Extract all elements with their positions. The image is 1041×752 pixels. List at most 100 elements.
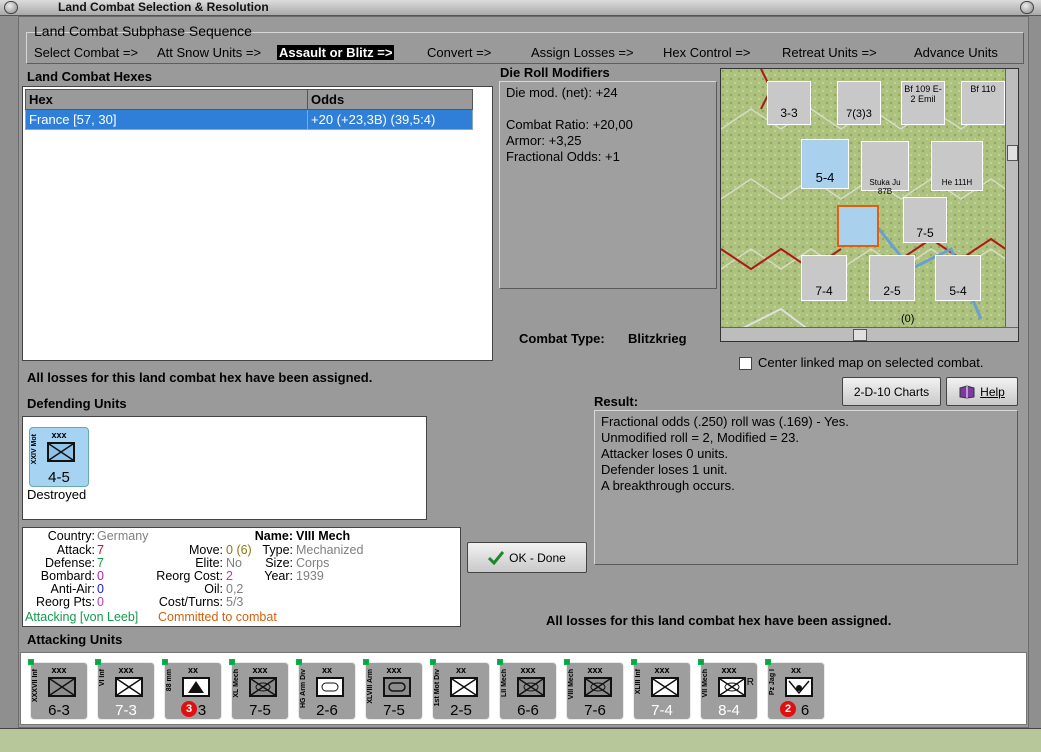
result-box: Fractional odds (.250) roll was (.169) -… — [594, 410, 1018, 565]
map-counter[interactable]: 7(3)3 — [837, 81, 881, 125]
odds-cell[interactable]: +20 (+23,3B) (39,5:4) — [307, 109, 473, 130]
unit-value: 3 — [197, 702, 207, 719]
infantry-symbol-icon — [48, 677, 76, 697]
window-title: Land Combat Selection & Resolution — [58, 0, 269, 14]
center-map-checkbox[interactable] — [739, 357, 752, 370]
map-counter[interactable]: 7-5 — [903, 197, 947, 243]
result-line: Unmodified roll = 2, Modified = 23. — [601, 430, 799, 445]
charts-button[interactable]: 2-D-10 Charts — [842, 377, 941, 406]
ok-done-button[interactable]: OK - Done — [467, 542, 587, 573]
attacking-unit-counter[interactable]: xx 88 mm 3 3 — [162, 659, 222, 720]
map-counter[interactable]: He 111H — [931, 141, 983, 191]
attacking-unit-counter[interactable]: xxx VII Mech R 8-4 — [698, 659, 758, 720]
country-value: Germany — [97, 529, 149, 543]
unit-value: 6-6 — [517, 702, 539, 719]
map-counter[interactable]: 2-5 — [869, 255, 915, 301]
attacking-unit-counter[interactable]: xx HG Arm Div 2-6 — [296, 659, 356, 720]
unit-size: xx — [790, 665, 801, 675]
modifier-line: Fractional Odds: +1 — [506, 149, 620, 164]
attacking-unit-counter[interactable]: xxx XLIII Inf 7-4 — [631, 659, 691, 720]
background-map-strip — [0, 728, 1041, 752]
name-value: VIII Mech — [296, 529, 351, 543]
attacking-unit-counter[interactable]: xx Pz Jag I26 — [765, 659, 825, 720]
map-counter[interactable]: Bf 110 — [961, 81, 1005, 125]
map-hscrollbar[interactable] — [721, 327, 1018, 341]
infantry-symbol-icon — [47, 442, 75, 462]
step-att-snow: Att Snow Units => — [157, 45, 262, 60]
unit-value: 4-5 — [48, 469, 70, 486]
unit-size: xxx — [520, 665, 536, 675]
armor-symbol-icon — [383, 677, 411, 697]
map-vscrollbar[interactable] — [1005, 69, 1018, 327]
unit-name: XLIII Inf — [635, 669, 642, 695]
step-hex-control: Hex Control => — [663, 45, 751, 60]
attacking-unit-counter[interactable]: xxx XXXVII Inf 6-3 — [28, 659, 88, 720]
unit-name: VIII Mech — [568, 669, 575, 700]
unit-value: 7-6 — [584, 702, 606, 719]
unit-name: Pz Jag I — [769, 669, 776, 696]
modifiers-title: Die Roll Modifiers — [500, 65, 610, 80]
system-menu-icon[interactable] — [4, 1, 18, 14]
unit-name: XLVIII Arm — [367, 669, 374, 704]
map-counter-name: He 111H — [941, 178, 973, 187]
step-assign-losses: Assign Losses => — [531, 45, 634, 60]
costturns-label: Cost/Turns: — [158, 595, 223, 609]
help-book-icon — [959, 384, 975, 399]
table-row[interactable]: France [57, 30] +20 (+23,3B) (39,5:4) — [25, 109, 473, 130]
column-odds[interactable]: Odds — [307, 89, 473, 110]
year-value: 1939 — [296, 569, 324, 583]
help-button[interactable]: Help — [946, 377, 1018, 406]
map-counter[interactable]: Stuka Ju 87B — [861, 141, 909, 196]
vscroll-thumb[interactable] — [1007, 145, 1018, 161]
unit-name: LII Mech — [501, 669, 508, 698]
map-counter[interactable]: 3-3 — [767, 81, 811, 125]
map-counter[interactable]: Bf 109 E-2 Emil — [901, 81, 945, 125]
unit-name: VII Mech — [702, 669, 709, 698]
mini-map[interactable]: 3-3 7(3)3 Bf 109 E-2 Emil Bf 110 5-4 Stu… — [720, 68, 1019, 342]
map-counter-value: 5-4 — [949, 284, 967, 298]
ok-done-label: OK - Done — [509, 550, 566, 565]
unit-value: 6-3 — [48, 702, 70, 719]
attacking-unit-counter[interactable]: xxx LII Mech 6-6 — [497, 659, 557, 720]
move-extra: (6) — [236, 543, 252, 557]
attacking-commander: Attacking [von Leeb] — [25, 610, 139, 624]
title-bar: Land Combat Selection & Resolution — [0, 0, 1041, 16]
close-icon[interactable] — [1020, 1, 1034, 14]
column-hex[interactable]: Hex — [25, 89, 308, 110]
map-counter-value: 5-4 — [815, 170, 835, 185]
unit-value: 7-5 — [249, 702, 271, 719]
defending-unit-counter[interactable]: xxx XXIV Mot 4-5 — [29, 427, 89, 487]
attacking-unit-counter[interactable]: xxx XL Mech 7-5 — [229, 659, 289, 720]
step-retreat: Retreat Units => — [782, 45, 877, 60]
map-counter[interactable]: 7-4 — [801, 255, 847, 301]
attacking-unit-counter[interactable]: xxx VI Inf 7-3 — [95, 659, 155, 720]
unit-size: xxx — [252, 665, 268, 675]
unit-size: xxx — [654, 665, 670, 675]
mech-symbol-icon — [249, 677, 277, 697]
unit-size: xx — [455, 665, 466, 675]
modifier-line: Combat Ratio: +20,00 — [506, 117, 633, 132]
map-counter[interactable]: 5-4 — [935, 255, 981, 301]
reorg-value: 0 — [97, 595, 104, 609]
infantry-symbol-icon — [115, 677, 143, 697]
modifier-line: Die mod. (net): +24 — [506, 85, 618, 100]
unit-value: 6 — [800, 702, 810, 719]
map-counter[interactable]: 5-4 — [801, 139, 849, 189]
attacking-unit-counter[interactable]: xxx VIII Mech 7-6 — [564, 659, 624, 720]
unit-size: xx — [321, 665, 332, 675]
result-title: Result: — [594, 394, 639, 409]
charts-button-label: 2-D-10 Charts — [853, 384, 930, 399]
result-line: A breakthrough occurs. — [601, 478, 735, 493]
unit-size: xxx — [587, 665, 603, 675]
losses-message: All losses for this land combat hex have… — [27, 370, 373, 385]
combat-target-hex[interactable] — [837, 205, 879, 247]
hex-list[interactable]: Hex Odds France [57, 30] +20 (+23,3B) (3… — [22, 86, 493, 361]
unit-value: 8-4 — [718, 702, 740, 719]
unit-info-box: Country: Germany Attack: 7 Defense: 7 Bo… — [22, 527, 461, 627]
hscroll-thumb[interactable] — [853, 329, 867, 341]
name-label: Name: — [254, 529, 293, 543]
attacking-unit-counter[interactable]: xxx XLVIII Arm 7-5 — [363, 659, 423, 720]
hex-cell[interactable]: France [57, 30] — [25, 109, 308, 130]
attacking-list: xxx XXXVII Inf 6-3 xxx VI Inf 7-3 xx 88 mm 3 3 … — [20, 652, 1027, 725]
attacking-unit-counter[interactable]: xx 1st Mot Div 2-5 — [430, 659, 490, 720]
